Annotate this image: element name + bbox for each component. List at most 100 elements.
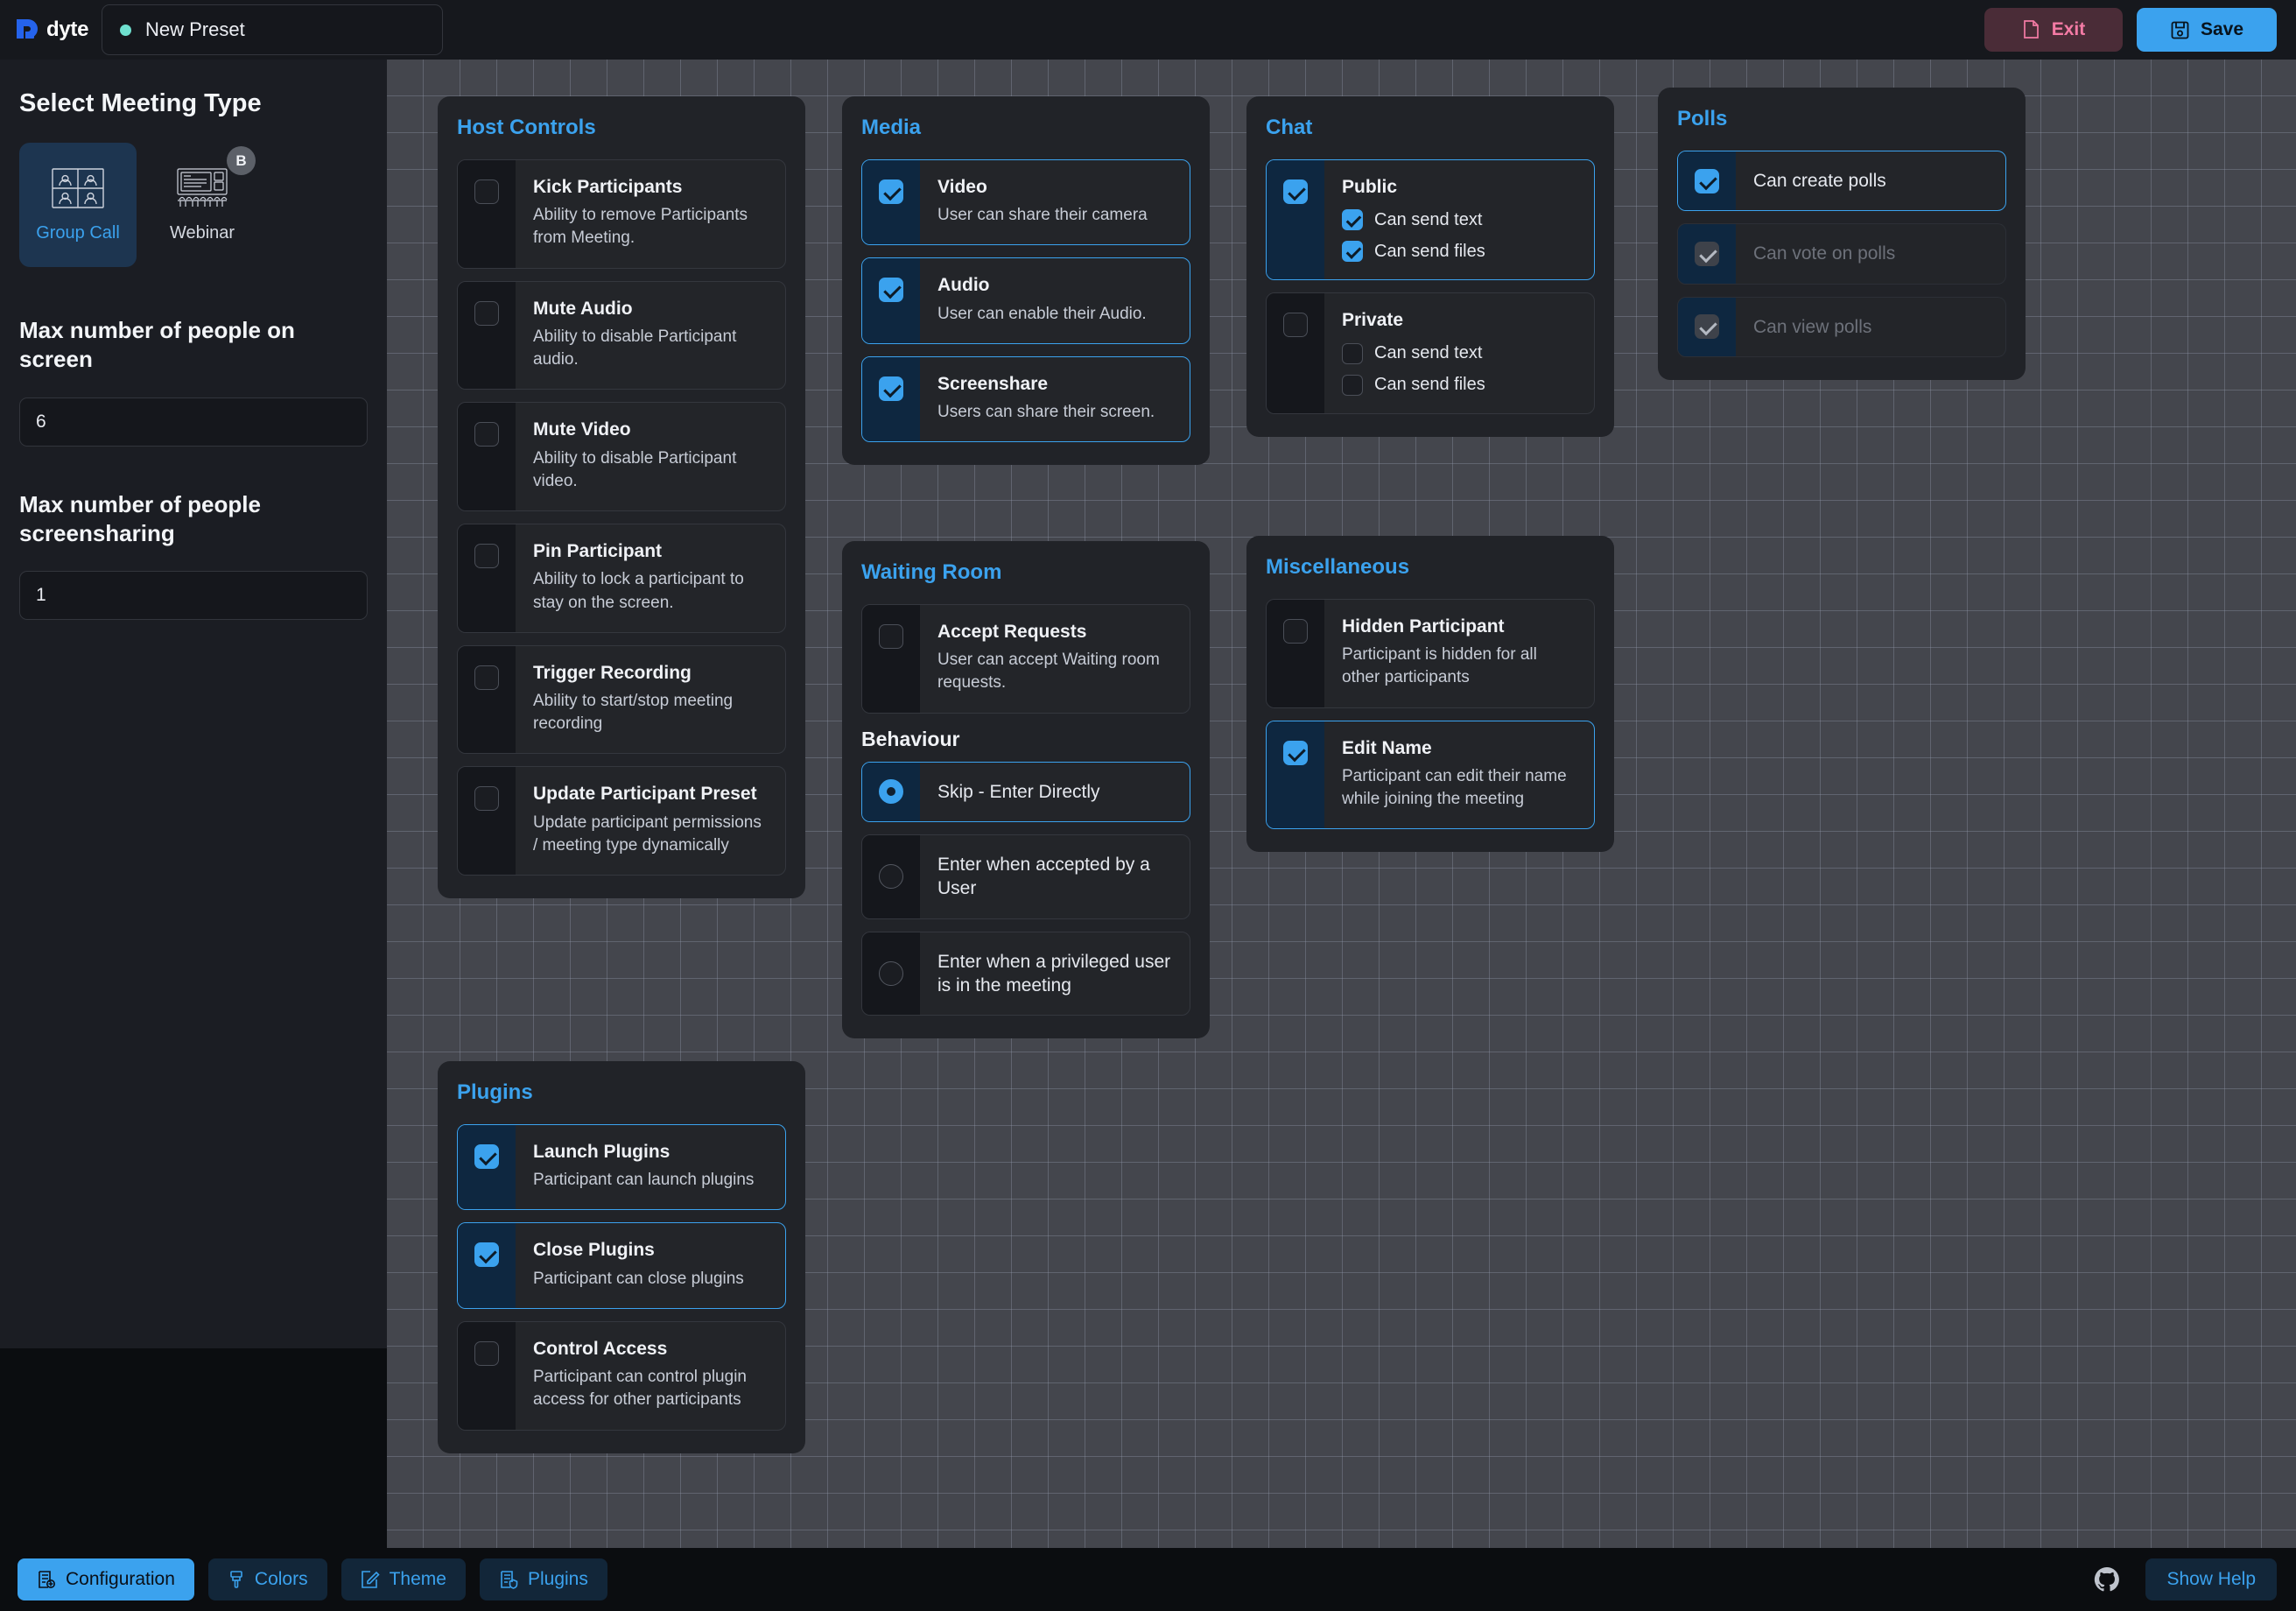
exit-button[interactable]: Exit: [1984, 8, 2123, 52]
option-chat-private[interactable]: Private Can send text Can send files: [1266, 292, 1595, 414]
option-screenshare[interactable]: Screenshare Users can share their screen…: [861, 355, 1190, 443]
radio-cell[interactable]: [862, 932, 920, 1016]
edit-square-icon: [361, 1570, 380, 1589]
exit-button-label: Exit: [2051, 19, 2086, 39]
meeting-type-group-call[interactable]: Group Call: [19, 143, 137, 267]
checkbox-cell[interactable]: [458, 645, 516, 754]
option-audio[interactable]: Audio User can enable their Audio.: [861, 257, 1190, 344]
checkbox-icon[interactable]: [474, 1242, 499, 1268]
checkbox-cell[interactable]: [458, 767, 516, 876]
option-chat-public[interactable]: Public Can send text Can send files: [1266, 159, 1595, 281]
radio-icon[interactable]: [879, 960, 903, 986]
panel-miscellaneous: Miscellaneous Hidden Participant Partici…: [1246, 536, 1614, 853]
checkbox-icon[interactable]: [1342, 374, 1363, 396]
sub-option-private-send-text[interactable]: Can send text: [1342, 342, 1576, 364]
show-help-label: Show Help: [2166, 1569, 2256, 1589]
show-help-button[interactable]: Show Help: [2145, 1558, 2277, 1600]
checkbox-cell[interactable]: [862, 160, 920, 245]
tab-theme[interactable]: Theme: [341, 1558, 466, 1600]
checkbox-cell[interactable]: [862, 258, 920, 343]
checkbox-icon[interactable]: [1283, 313, 1308, 338]
floppy-disk-icon: [2170, 20, 2190, 40]
checkbox-cell[interactable]: [862, 356, 920, 442]
sub-option-public-send-text[interactable]: Can send text: [1342, 209, 1576, 231]
option-title: Mute Video: [533, 419, 631, 440]
checkbox-icon[interactable]: [474, 1340, 499, 1366]
option-mute-video[interactable]: Mute Video Ability to disable Participan…: [457, 402, 786, 512]
option-description: Participant can launch plugins: [533, 1171, 755, 1190]
option-pin-participant[interactable]: Pin Participant Ability to lock a partic…: [457, 524, 786, 633]
checkbox-icon[interactable]: [1283, 179, 1308, 204]
checkbox-icon[interactable]: [474, 300, 499, 326]
plugins-icon: [499, 1570, 518, 1589]
checkbox-icon[interactable]: [474, 179, 499, 204]
option-update-participant-preset[interactable]: Update Participant Preset Update partici…: [457, 766, 786, 876]
checkbox-icon[interactable]: [1283, 619, 1308, 644]
option-kick-participants[interactable]: Kick Participants Ability to remove Part…: [457, 159, 786, 269]
meeting-type-webinar[interactable]: B Webinar: [144, 143, 261, 267]
option-video[interactable]: Video User can share their camera: [861, 159, 1190, 246]
bottom-bar-right: Show Help: [2093, 1558, 2277, 1600]
radio-option-enter-when-accepted[interactable]: Enter when accepted by a User: [861, 834, 1190, 919]
option-title: Trigger Recording: [533, 662, 692, 683]
checkbox-cell[interactable]: [458, 1223, 516, 1308]
configuration-icon: [37, 1570, 56, 1589]
panel-host-controls: Host Controls Kick Participants Ability …: [438, 96, 805, 899]
save-button[interactable]: Save: [2137, 8, 2277, 52]
checkbox-cell[interactable]: [458, 524, 516, 632]
option-launch-plugins[interactable]: Launch Plugins Participant can launch pl…: [457, 1124, 786, 1211]
max-people-on-screen-input[interactable]: [19, 397, 368, 447]
checkbox-icon[interactable]: [1342, 209, 1363, 231]
preset-name-value: New Preset: [145, 18, 245, 40]
option-can-create-polls[interactable]: Can create polls: [1677, 151, 2006, 212]
checkbox-icon[interactable]: [474, 786, 499, 812]
checkbox-icon: [1695, 241, 1719, 266]
radio-icon[interactable]: [879, 779, 903, 805]
option-control-access[interactable]: Control Access Participant can control p…: [457, 1320, 786, 1431]
checkbox-icon[interactable]: [1695, 168, 1719, 193]
sub-option-private-send-files[interactable]: Can send files: [1342, 374, 1576, 396]
option-mute-audio[interactable]: Mute Audio Ability to disable Participan…: [457, 280, 786, 390]
github-icon[interactable]: [2093, 1565, 2121, 1593]
checkbox-icon[interactable]: [1342, 241, 1363, 263]
checkbox-icon[interactable]: [474, 544, 499, 569]
radio-option-skip-enter-directly[interactable]: Skip - Enter Directly: [861, 761, 1190, 822]
checkbox-cell[interactable]: [458, 1321, 516, 1430]
radio-cell[interactable]: [862, 834, 920, 918]
option-hidden-participant[interactable]: Hidden Participant Participant is hidden…: [1266, 599, 1595, 708]
tab-configuration[interactable]: Configuration: [18, 1558, 194, 1600]
checkbox-cell[interactable]: [1267, 721, 1324, 829]
option-accept-requests[interactable]: Accept Requests User can accept Waiting …: [861, 604, 1190, 714]
checkbox-cell[interactable]: [1267, 293, 1324, 413]
group-call-icon: [51, 167, 105, 209]
checkbox-icon[interactable]: [1342, 342, 1363, 364]
max-screensharing-input[interactable]: [19, 571, 368, 621]
checkbox-icon[interactable]: [1283, 740, 1308, 765]
radio-icon[interactable]: [879, 864, 903, 890]
checkbox-cell[interactable]: [1267, 160, 1324, 280]
checkbox-cell[interactable]: [1267, 600, 1324, 707]
checkbox-icon[interactable]: [879, 179, 903, 204]
tab-plugins[interactable]: Plugins: [479, 1558, 607, 1600]
checkbox-cell[interactable]: [458, 160, 516, 268]
option-trigger-recording[interactable]: Trigger Recording Ability to start/stop …: [457, 644, 786, 755]
checkbox-icon[interactable]: [879, 278, 903, 303]
option-title: Screenshare: [937, 373, 1049, 394]
checkbox-cell[interactable]: [458, 403, 516, 511]
checkbox-icon[interactable]: [474, 1144, 499, 1169]
radio-cell[interactable]: [862, 762, 920, 821]
checkbox-cell[interactable]: [458, 1125, 516, 1210]
checkbox-icon[interactable]: [474, 665, 499, 690]
preset-name-input[interactable]: New Preset: [102, 4, 443, 55]
checkbox-cell[interactable]: [862, 605, 920, 713]
checkbox-icon[interactable]: [879, 376, 903, 401]
checkbox-cell[interactable]: [458, 281, 516, 390]
radio-option-enter-when-privileged-user[interactable]: Enter when a privileged user is in the m…: [861, 931, 1190, 1017]
option-close-plugins[interactable]: Close Plugins Participant can close plug…: [457, 1222, 786, 1309]
checkbox-icon[interactable]: [879, 624, 903, 649]
checkbox-cell[interactable]: [1678, 151, 1736, 211]
option-edit-name[interactable]: Edit Name Participant can edit their nam…: [1266, 720, 1595, 830]
tab-colors[interactable]: Colors: [207, 1558, 327, 1600]
checkbox-icon[interactable]: [474, 422, 499, 447]
sub-option-public-send-files[interactable]: Can send files: [1342, 241, 1576, 263]
